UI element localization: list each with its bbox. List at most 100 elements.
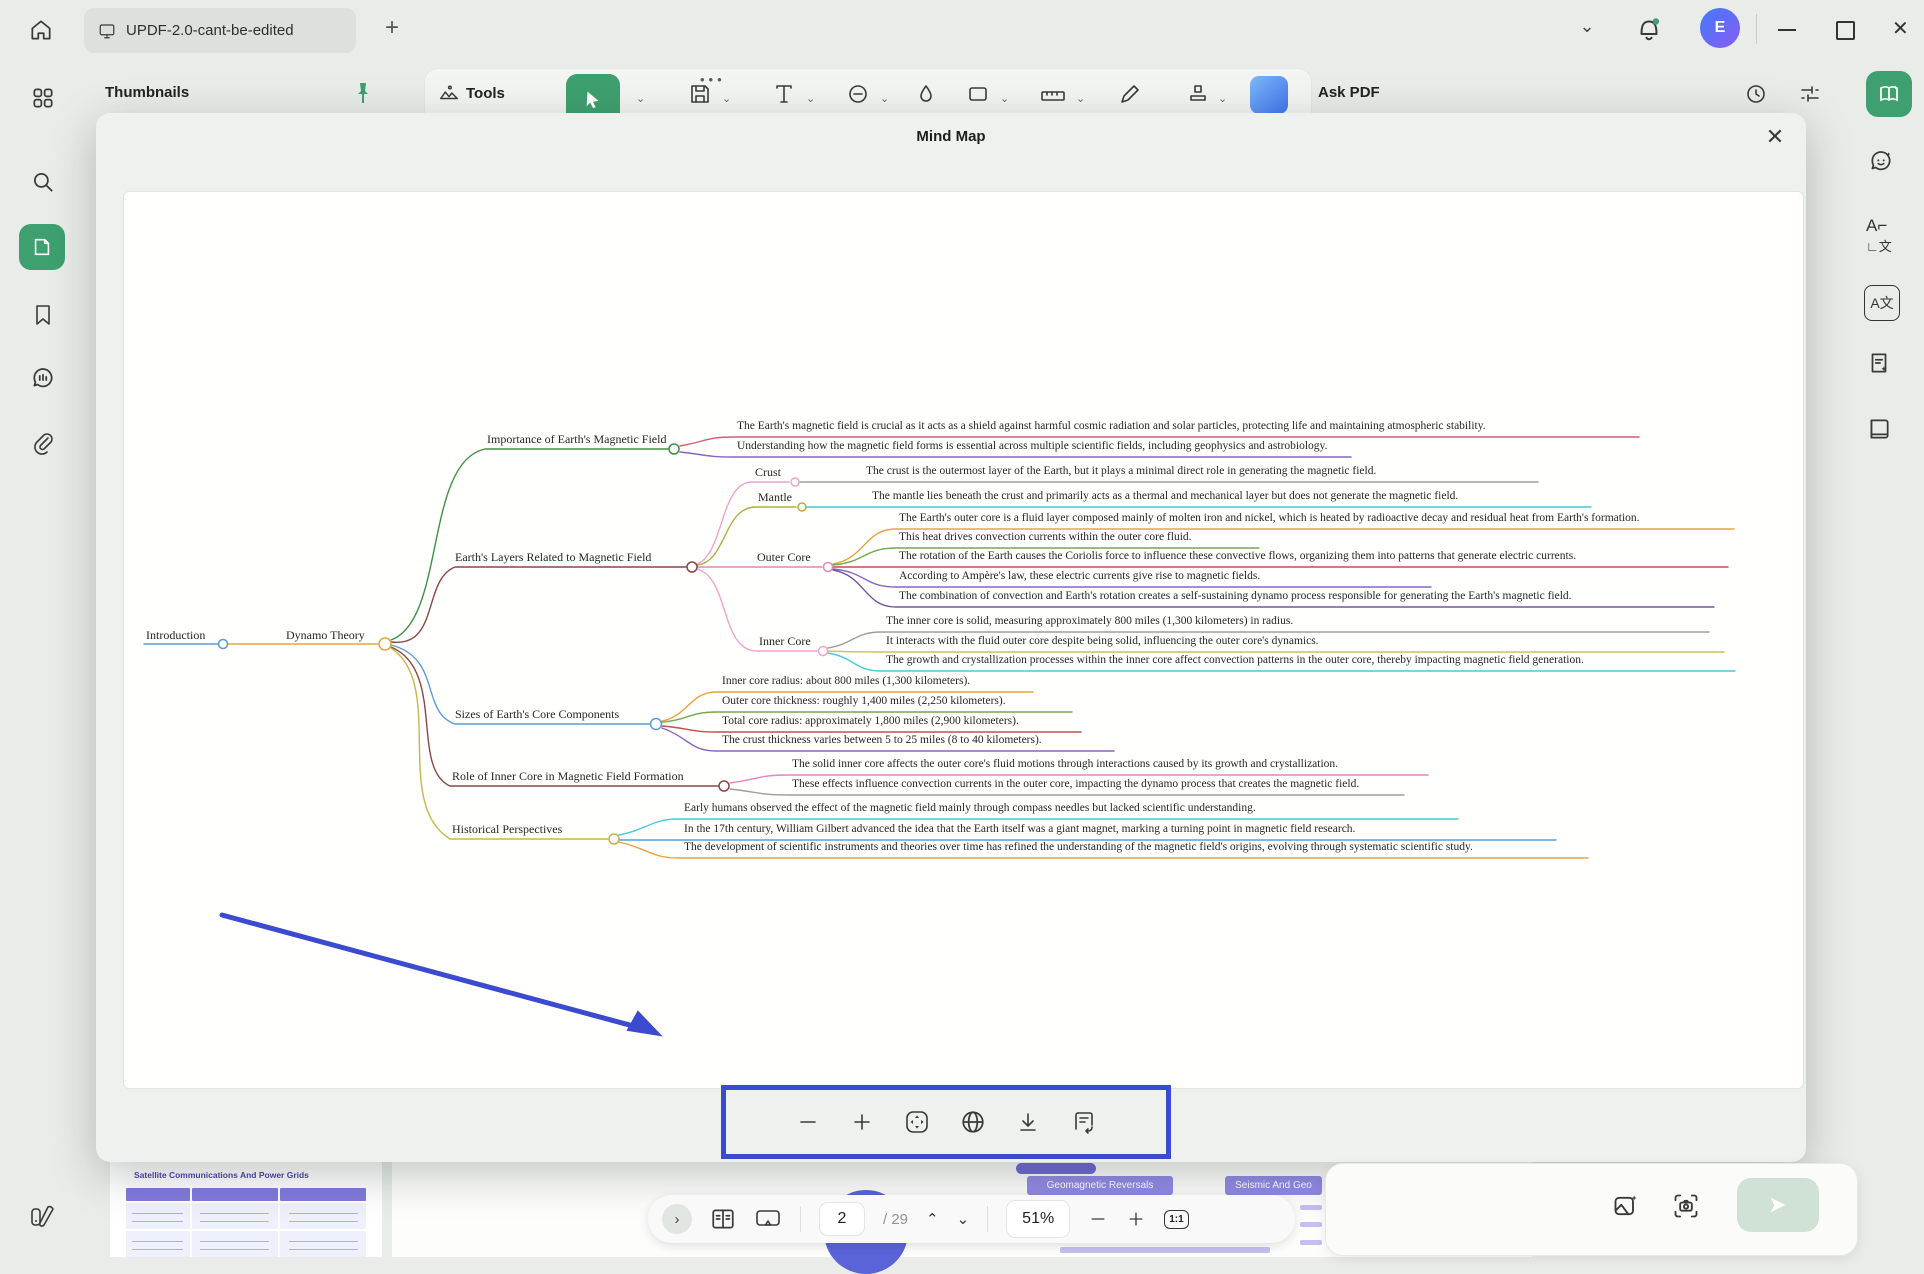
mindmap-node[interactable]: Inner core radius: about 800 miles (1,30… bbox=[722, 675, 970, 687]
page-number-input[interactable]: 2 bbox=[819, 1202, 865, 1236]
highlighter-icon[interactable] bbox=[914, 82, 938, 106]
attachment-paperclip-icon[interactable] bbox=[31, 431, 55, 457]
chevron-down-icon[interactable]: ⌄ bbox=[1076, 92, 1085, 105]
mindmap-branch-label[interactable]: Historical Perspectives bbox=[452, 822, 562, 837]
mindmap-node[interactable]: It interacts with the fluid outer core d… bbox=[886, 635, 1319, 647]
mindmap-branch-label[interactable]: Role of Inner Core in Magnetic Field For… bbox=[452, 769, 684, 784]
translate-page-icon[interactable]: A文 bbox=[1864, 285, 1900, 321]
close-icon[interactable]: ✕ bbox=[1760, 124, 1790, 150]
thumbnail-slide[interactable]: Satellite Communications And Power Grids bbox=[110, 1162, 382, 1257]
add-image-sparkle-icon[interactable] bbox=[1612, 1192, 1640, 1220]
mindmap-node[interactable]: The growth and crystallization processes… bbox=[886, 654, 1584, 666]
translate-icon[interactable]: A⌐∟文 bbox=[1866, 216, 1892, 256]
mindmap-node[interactable]: The mantle lies beneath the crust and pr… bbox=[872, 490, 1458, 502]
chevron-down-icon[interactable]: ⌄ bbox=[636, 92, 645, 105]
tools-button[interactable]: Tools bbox=[438, 82, 505, 104]
mindmap-node[interactable]: The combination of convection and Earth'… bbox=[899, 590, 1572, 602]
actual-size-button[interactable]: 1:1 bbox=[1164, 1210, 1188, 1229]
mindmap-node[interactable]: In the 17th century, William Gilbert adv… bbox=[684, 823, 1355, 835]
chevron-down-icon[interactable]: ⌄ bbox=[1000, 92, 1009, 105]
chevron-down-icon[interactable]: ⌄ bbox=[1218, 92, 1227, 105]
mindmap-node[interactable]: According to Ampère's law, these electri… bbox=[899, 570, 1260, 582]
chevron-down-icon[interactable]: ⌄ bbox=[880, 92, 889, 105]
reader-ai-book-button[interactable] bbox=[1866, 71, 1912, 117]
page-total-label: / 29 bbox=[883, 1211, 908, 1228]
mindmap-sub-label[interactable]: Outer Core bbox=[757, 550, 811, 565]
home-icon[interactable] bbox=[28, 17, 54, 43]
mindmap-node[interactable]: The solid inner core affects the outer c… bbox=[792, 758, 1338, 770]
mindmap-node[interactable]: The inner core is solid, measuring appro… bbox=[886, 615, 1293, 627]
export-doc-icon[interactable] bbox=[1070, 1109, 1096, 1135]
chevron-down-icon[interactable]: ⌄ bbox=[722, 92, 731, 105]
shape-ellipse-icon[interactable] bbox=[846, 82, 870, 106]
history-clock-icon[interactable] bbox=[1744, 82, 1768, 106]
search-icon[interactable] bbox=[30, 169, 56, 195]
close-window-button[interactable]: ✕ bbox=[1892, 16, 1909, 41]
text-tool-icon[interactable] bbox=[772, 82, 796, 106]
mindmap-node[interactable]: Understanding how the magnetic field for… bbox=[737, 440, 1327, 452]
chevron-down-icon[interactable]: ⌄ bbox=[806, 92, 815, 105]
comments-icon[interactable] bbox=[30, 365, 56, 391]
screenshot-camera-icon[interactable] bbox=[1672, 1192, 1700, 1220]
mindmap-sub-label[interactable]: Inner Core bbox=[759, 634, 811, 649]
mindmap-root-node[interactable]: Introduction bbox=[146, 628, 205, 643]
shape-rect-icon[interactable] bbox=[966, 82, 990, 106]
mindmap-node[interactable]: This heat drives convection currents wit… bbox=[899, 531, 1192, 543]
mindmap-node[interactable]: The Earth's magnetic field is crucial as… bbox=[737, 420, 1486, 432]
book-icon[interactable] bbox=[1866, 416, 1892, 442]
title-bar: UPDF-2.0-cant-be-edited + ⌄ E ✕ bbox=[0, 0, 1924, 62]
presentation-icon[interactable] bbox=[754, 1206, 782, 1232]
settings-sliders-icon[interactable] bbox=[1798, 82, 1822, 106]
mindmap-branch-label[interactable]: Sizes of Earth's Core Components bbox=[455, 707, 619, 722]
pin-icon[interactable] bbox=[352, 80, 374, 106]
mindmap-node[interactable]: The Earth's outer core is a fluid layer … bbox=[899, 512, 1640, 524]
send-button[interactable] bbox=[1737, 1178, 1819, 1232]
language-globe-icon[interactable] bbox=[960, 1109, 986, 1135]
previous-page-icon[interactable]: ⌃ bbox=[926, 1210, 939, 1228]
mindmap-sub-label[interactable]: Mantle bbox=[758, 490, 792, 505]
mindmap-node[interactable]: Early humans observed the effect of the … bbox=[684, 802, 1256, 814]
mind-map-canvas[interactable]: Introduction Dynamo Theory Importance of… bbox=[123, 191, 1804, 1089]
ai-chat-icon[interactable] bbox=[1868, 149, 1894, 175]
mindmap-node[interactable]: The crust is the outermost layer of the … bbox=[866, 465, 1376, 477]
pen-icon[interactable] bbox=[1118, 82, 1142, 106]
stamps-fan-icon[interactable] bbox=[28, 1201, 56, 1231]
bookmark-icon[interactable] bbox=[31, 302, 55, 328]
apps-grid-icon[interactable] bbox=[30, 85, 56, 111]
zoom-out-icon[interactable] bbox=[796, 1110, 820, 1134]
mindmap-node[interactable]: These effects influence convection curre… bbox=[792, 778, 1359, 790]
maximize-button[interactable] bbox=[1836, 21, 1855, 40]
zoom-out-icon[interactable] bbox=[1088, 1209, 1108, 1229]
minimize-button[interactable] bbox=[1778, 29, 1796, 31]
ruler-icon[interactable] bbox=[1040, 84, 1066, 106]
fit-screen-icon[interactable] bbox=[904, 1109, 930, 1135]
save-icon[interactable] bbox=[688, 82, 712, 106]
collapse-chevron-icon[interactable]: › bbox=[662, 1204, 692, 1234]
ai-assistant-icon[interactable] bbox=[1250, 76, 1288, 114]
mindmap-node[interactable]: The crust thickness varies between 5 to … bbox=[722, 734, 1042, 746]
notifications-bell-icon[interactable] bbox=[1634, 12, 1664, 46]
user-avatar[interactable]: E bbox=[1700, 8, 1740, 48]
mindmap-sub-label[interactable]: Crust bbox=[755, 465, 781, 480]
mindmap-node[interactable]: The rotation of the Earth causes the Cor… bbox=[899, 550, 1576, 562]
zoom-in-icon[interactable] bbox=[1126, 1209, 1146, 1229]
status-badge: Geomagnetic Reversals bbox=[1027, 1176, 1173, 1195]
mindmap-branch-label[interactable]: Earth's Layers Related to Magnetic Field bbox=[455, 550, 651, 565]
summarize-doc-icon[interactable] bbox=[1866, 350, 1892, 376]
mindmap-branch-label[interactable]: Importance of Earth's Magnetic Field bbox=[487, 432, 666, 447]
sidebar-item-pages-active[interactable] bbox=[19, 224, 65, 270]
stamp-icon[interactable] bbox=[1186, 82, 1210, 106]
new-tab-button[interactable]: + bbox=[376, 12, 408, 44]
zoom-in-icon[interactable] bbox=[850, 1110, 874, 1134]
open-book-sparkle-icon bbox=[1877, 82, 1901, 106]
two-page-view-icon[interactable] bbox=[710, 1206, 736, 1232]
mindmap-node[interactable]: The development of scientific instrument… bbox=[684, 841, 1473, 853]
chevron-down-icon[interactable]: ⌄ bbox=[1572, 16, 1602, 37]
mindmap-node[interactable]: Total core radius: approximately 1,800 m… bbox=[722, 715, 1019, 727]
document-tab[interactable]: UPDF-2.0-cant-be-edited bbox=[84, 8, 356, 53]
next-page-icon[interactable]: ⌄ bbox=[957, 1210, 970, 1228]
download-icon[interactable] bbox=[1016, 1110, 1040, 1134]
mindmap-node[interactable]: Outer core thickness: roughly 1,400 mile… bbox=[722, 695, 1006, 707]
zoom-level-value[interactable]: 51% bbox=[1006, 1200, 1070, 1238]
mindmap-center-node[interactable]: Dynamo Theory bbox=[286, 628, 365, 643]
